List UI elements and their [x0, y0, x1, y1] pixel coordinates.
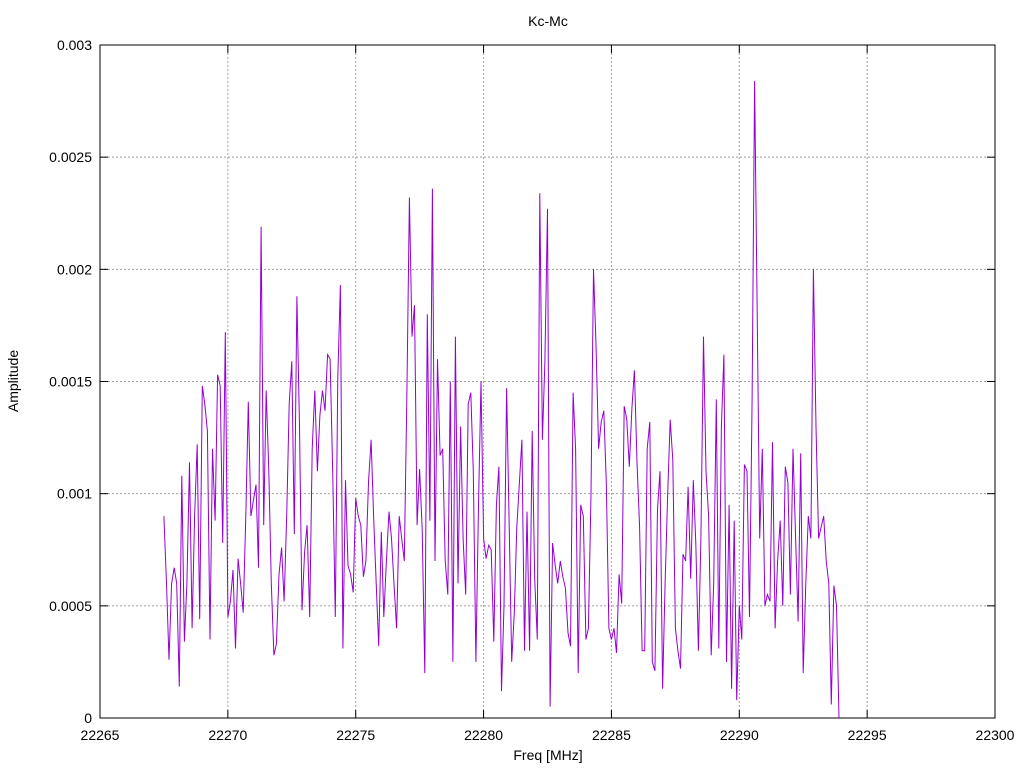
y-tick-label: 0.0025 — [49, 149, 92, 165]
y-tick-labels: 0 0.0005 0.001 0.0015 0.002 0.0025 0.003 — [49, 37, 92, 726]
y-tick-label: 0.001 — [57, 486, 92, 502]
x-tick-label: 22280 — [464, 727, 503, 743]
x-axis-label: Freq [MHz] — [513, 747, 582, 763]
y-tick-label: 0.0015 — [49, 374, 92, 390]
x-tick-label: 22265 — [81, 727, 120, 743]
x-tick-label: 22285 — [592, 727, 631, 743]
series-line — [163, 80, 840, 719]
x-tick-label: 22295 — [848, 727, 887, 743]
x-tick-label: 22300 — [976, 727, 1015, 743]
y-tick-label: 0.002 — [57, 261, 92, 277]
y-tick-label: 0 — [84, 710, 92, 726]
x-tick-label: 22270 — [208, 727, 247, 743]
amplitude-chart: 22265 22270 22275 22280 22285 22290 22295 22300… — [5, 13, 1015, 763]
y-axis-label: Amplitude — [5, 350, 21, 412]
x-tick-label: 22275 — [336, 727, 375, 743]
x-tick-label: 22290 — [720, 727, 759, 743]
y-tick-label: 0.0005 — [49, 598, 92, 614]
x-tick-labels: 22265 22270 22275 22280 22285 22290 22295 22300 — [81, 727, 1015, 743]
y-tick-label: 0.003 — [57, 37, 92, 53]
chart-title: Kc-Mc — [528, 13, 568, 29]
